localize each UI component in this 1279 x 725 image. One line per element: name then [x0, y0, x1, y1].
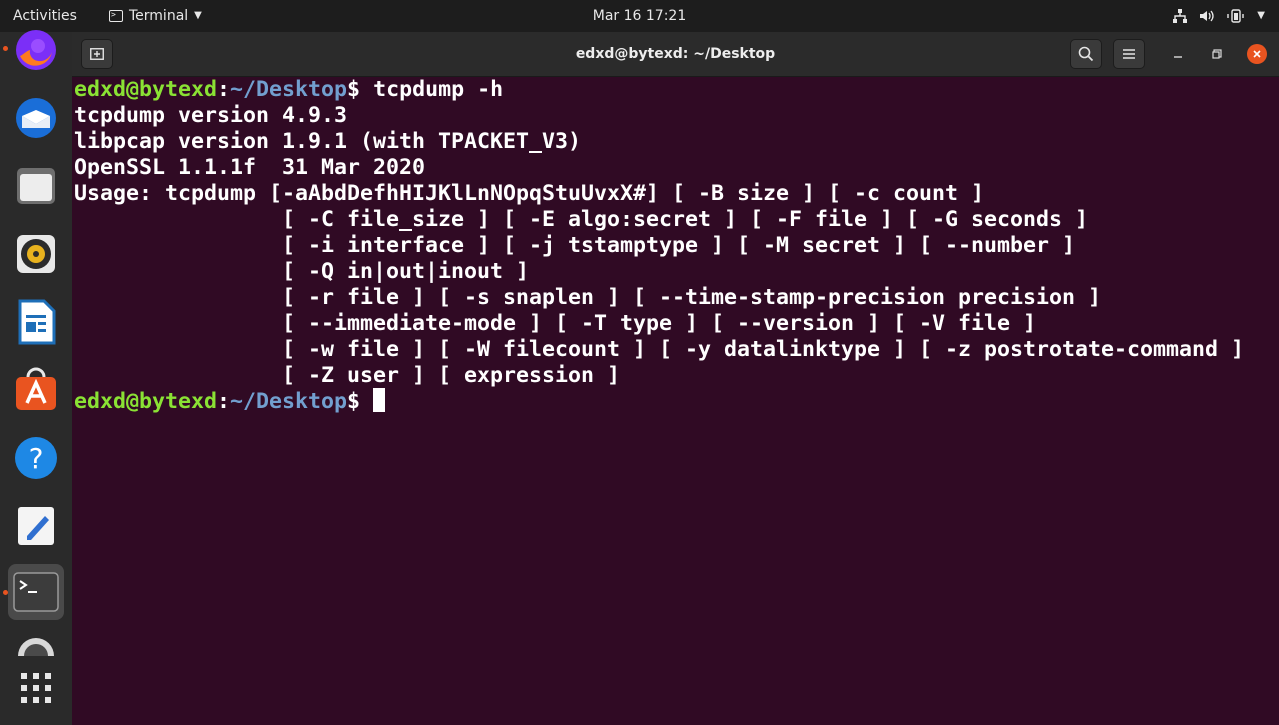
output-line: [ -r file ] [ -s snaplen ] [ --time-stam…	[74, 285, 1102, 310]
new-tab-button[interactable]	[81, 39, 113, 69]
show-applications-button[interactable]	[8, 660, 64, 716]
svg-text:?: ?	[29, 442, 44, 475]
dock-terminal[interactable]	[8, 564, 64, 620]
top-bar: Mar 16 17:21 Activities > Terminal ▼ ▼	[0, 0, 1279, 32]
maximize-icon	[1212, 49, 1222, 59]
dock-files[interactable]	[8, 158, 64, 214]
search-button[interactable]	[1070, 39, 1102, 69]
terminal-app-icon: >	[109, 10, 123, 22]
output-line: [ -Q in|out|inout ]	[74, 259, 530, 284]
output-line: [ -i interface ] [ -j tstamptype ] [ -M …	[74, 233, 1076, 258]
rhythmbox-icon	[17, 235, 55, 273]
terminal-output[interactable]: edxd@bytexd:~/Desktop$ tcpdump -h tcpdum…	[72, 77, 1279, 725]
battery-icon	[1227, 9, 1244, 23]
app-menu-label: Terminal	[129, 8, 189, 24]
dock-thunderbird[interactable]	[8, 90, 64, 146]
close-icon	[1253, 50, 1261, 58]
dock-software-updater[interactable]	[8, 628, 64, 656]
hamburger-menu-button[interactable]	[1113, 39, 1145, 69]
prompt-user: edxd@bytexd	[74, 389, 218, 414]
system-tray[interactable]: ▼	[1173, 0, 1265, 32]
firefox-icon	[16, 30, 56, 70]
system-menu-arrow-icon: ▼	[1257, 10, 1265, 21]
volume-icon	[1200, 10, 1214, 22]
app-grid-icon	[21, 673, 51, 703]
minimize-button[interactable]	[1168, 44, 1188, 64]
dock-firefox[interactable]	[8, 22, 64, 78]
prompt-line: edxd@bytexd:~/Desktop$ tcpdump -h	[74, 77, 1279, 103]
hamburger-icon	[1123, 49, 1135, 59]
dock-libreoffice-writer[interactable]	[8, 294, 64, 350]
files-icon	[17, 168, 55, 204]
thunderbird-icon	[16, 98, 56, 138]
software-bag-icon	[16, 367, 56, 410]
dropdown-arrow-icon: ▼	[194, 10, 202, 21]
terminal-icon	[13, 572, 59, 612]
dock-help[interactable]: ?	[8, 430, 64, 486]
writer-icon	[18, 299, 56, 345]
dock: ?	[0, 30, 72, 725]
prompt-symbol: $	[347, 389, 374, 414]
network-icon	[1173, 9, 1188, 23]
search-icon	[1078, 46, 1094, 62]
header-bar[interactable]: edxd@bytexd: ~/Desktop	[72, 32, 1279, 77]
prompt-separator: :	[217, 77, 231, 102]
output-line: libpcap version 1.9.1 (with TPACKET_V3)	[74, 129, 582, 154]
text-editor-icon	[18, 507, 54, 545]
minimize-icon	[1174, 56, 1182, 58]
new-tab-icon	[90, 48, 104, 60]
output-line: [ --immediate-mode ] [ -T type ] [ --ver…	[74, 311, 1037, 336]
output-line: [ -w file ] [ -W filecount ] [ -y datali…	[74, 337, 1245, 362]
prompt-separator: :	[217, 389, 231, 414]
prompt-symbol: $	[347, 77, 374, 102]
updater-icon	[18, 638, 54, 656]
text-cursor	[373, 388, 386, 412]
prompt-user: edxd@bytexd	[74, 77, 218, 102]
dock-text-editor[interactable]	[8, 498, 64, 554]
terminal-window: edxd@bytexd: ~/Desktop edxd@bytexd:~/Des…	[72, 32, 1279, 725]
prompt-line: edxd@bytexd:~/Desktop$	[74, 388, 1279, 415]
command-text: tcpdump -h	[373, 77, 504, 102]
prompt-path: ~/Desktop	[230, 77, 348, 102]
dock-ubuntu-software[interactable]	[8, 362, 64, 418]
output-line: [ -Z user ] [ expression ]	[74, 363, 621, 388]
help-icon: ?	[15, 437, 57, 479]
output-line: Usage: tcpdump [-aAbdDefhHIJKlLnNOpqStuU…	[74, 181, 985, 206]
prompt-path: ~/Desktop	[230, 389, 348, 414]
maximize-button[interactable]	[1207, 44, 1227, 64]
output-line: tcpdump version 4.9.3	[74, 103, 348, 128]
dock-rhythmbox[interactable]	[8, 226, 64, 282]
app-menu[interactable]: > Terminal ▼	[109, 0, 202, 32]
close-button[interactable]	[1247, 44, 1267, 64]
output-line: OpenSSL 1.1.1f 31 Mar 2020	[74, 155, 426, 180]
output-line: [ -C file_size ] [ -E algo:secret ] [ -F…	[74, 207, 1089, 232]
